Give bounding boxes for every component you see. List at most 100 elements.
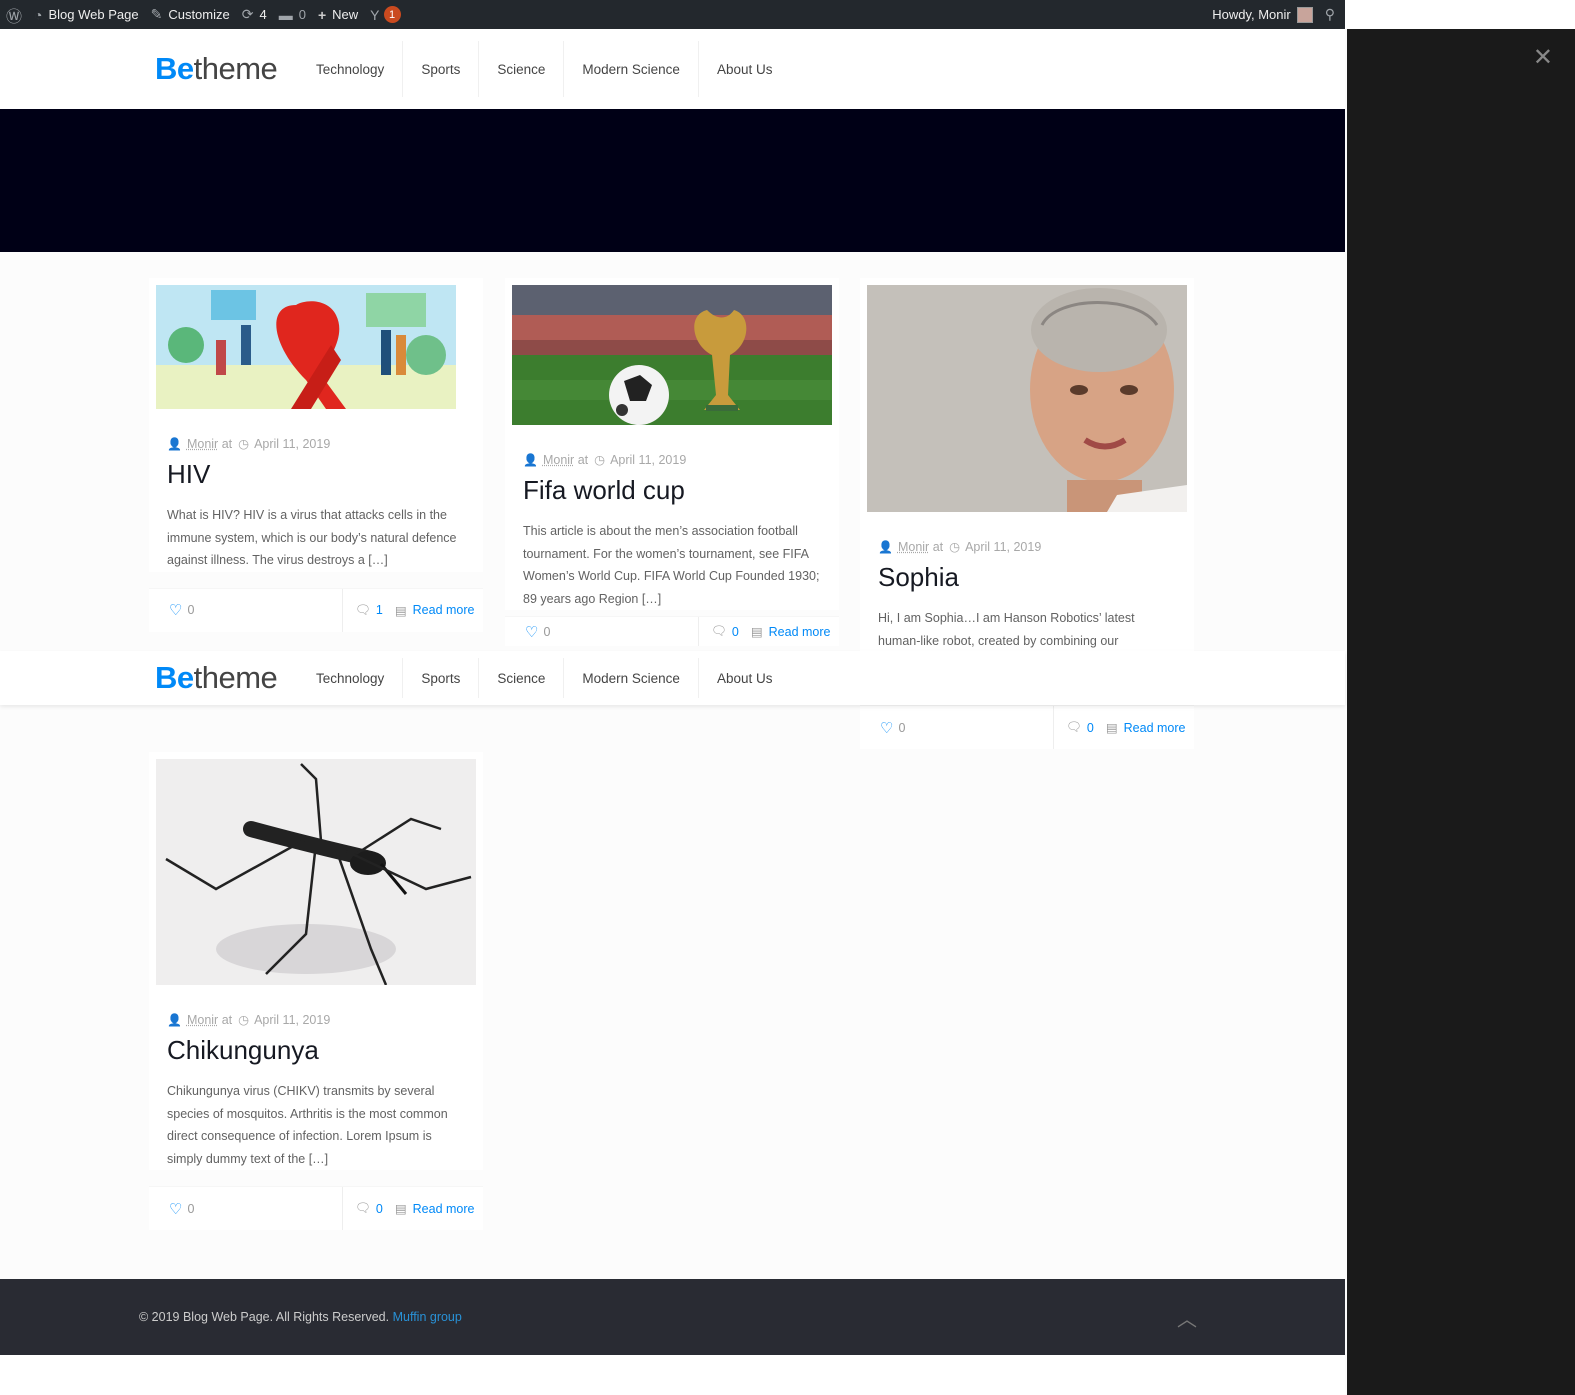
site-header: Betheme Technology Sports Science Modern… (0, 29, 1345, 109)
mosquito-illustration (156, 759, 476, 985)
admin-search-icon[interactable]: ⚲ (1319, 0, 1345, 29)
post-at: at (221, 436, 233, 451)
post-at: at (577, 452, 589, 467)
nav-item-about-us[interactable]: About Us (699, 658, 791, 698)
site-logo[interactable]: Betheme (155, 51, 278, 87)
like-count: 0 (187, 603, 195, 617)
new-content-link[interactable]: + New (312, 0, 364, 29)
post-author[interactable]: Monir (187, 1013, 218, 1027)
comment-icon: 🗨 (355, 1201, 371, 1215)
read-more-label: Read more (412, 1201, 475, 1216)
clock-icon: ◷ (238, 437, 250, 451)
post-date: April 11, 2019 (254, 436, 331, 451)
like-button[interactable]: ♡ 0 (149, 1187, 343, 1230)
post-meta: 👤 Monir at ◷ April 11, 2019 (878, 539, 1176, 555)
logo-be: Be (155, 660, 194, 695)
site-footer: © 2019 Blog Web Page. All Rights Reserve… (0, 1279, 1345, 1355)
hiv-illustration (156, 285, 476, 409)
post-author[interactable]: Monir (543, 453, 574, 467)
nav-item-sports[interactable]: Sports (403, 41, 480, 97)
post-at: at (932, 539, 944, 554)
comments-link[interactable]: 🗨 1 (343, 603, 383, 618)
post-excerpt: This article is about the men’s associat… (523, 524, 820, 606)
hero-banner (0, 109, 1345, 252)
post-image-frame (860, 278, 1194, 519)
updates-count: 4 (259, 7, 267, 22)
post-title[interactable]: HIV (167, 459, 465, 490)
read-more-label: Read more (412, 603, 475, 617)
brush-icon: ✎ (150, 6, 163, 22)
plus-icon: + (317, 6, 327, 23)
logo-be: Be (155, 51, 194, 86)
post-footer: ♡ 0 🗨 0 ▤ Read more (149, 1186, 483, 1230)
comments-link[interactable]: 🗨 0 (343, 1201, 383, 1216)
account-menu[interactable]: Howdy, Monir (1206, 0, 1319, 29)
post-title[interactable]: Fifa world cup (523, 475, 821, 506)
read-more-link[interactable]: ▤ Read more (750, 624, 831, 640)
post-title[interactable]: Chikungunya (167, 1035, 465, 1066)
updates-link[interactable]: ⟳ 4 (236, 0, 273, 29)
nav-item-sports[interactable]: Sports (403, 658, 480, 698)
new-label: New (332, 7, 359, 22)
close-icon[interactable]: ✕ (1533, 43, 1553, 72)
post-image-frame (149, 278, 483, 416)
like-button[interactable]: ♡ 0 (505, 617, 699, 646)
post-excerpt: Chikungunya virus (CHIKV) transmits by s… (167, 1084, 448, 1166)
heart-icon: ♡ (525, 623, 539, 641)
wordpress-logo-icon[interactable]: Ⓦ (0, 0, 28, 29)
nav-item-science[interactable]: Science (479, 658, 565, 698)
post-title[interactable]: Sophia (878, 562, 1176, 593)
footer-link[interactable]: Muffin group (393, 1310, 462, 1324)
nav-item-modern-science[interactable]: Modern Science (564, 658, 699, 698)
comment-count: 0 (731, 624, 739, 639)
user-icon: 👤 (523, 452, 538, 467)
read-more-link[interactable]: ▤ Read more (1105, 720, 1186, 736)
post-date: April 11, 2019 (610, 452, 687, 467)
site-name-link[interactable]: ◔ Blog Web Page (28, 0, 145, 29)
back-to-top-icon[interactable]: ︿ (1177, 1303, 1197, 1332)
nav-item-about-us[interactable]: About Us (699, 41, 791, 97)
like-count: 0 (898, 720, 906, 735)
post-date: April 11, 2019 (965, 539, 1042, 554)
clock-icon: ◷ (949, 540, 961, 554)
post-image-fifa[interactable] (512, 285, 832, 425)
nav-item-technology[interactable]: Technology (298, 41, 404, 97)
like-button[interactable]: ♡ 0 (860, 706, 1054, 749)
nav-item-technology[interactable]: Technology (298, 658, 404, 698)
document-icon: ▤ (750, 625, 763, 639)
updates-icon: ⟳ (241, 6, 254, 22)
sticky-logo[interactable]: Betheme (155, 660, 278, 696)
like-button[interactable]: ♡ 0 (149, 588, 343, 632)
comment-count: 1 (375, 603, 383, 617)
copyright-text: © 2019 Blog Web Page. All Rights Reserve… (139, 1310, 390, 1324)
nav-item-modern-science[interactable]: Modern Science (564, 41, 699, 97)
sophia-illustration (867, 285, 1187, 512)
customize-label: Customize (168, 7, 230, 22)
post-at: at (221, 1012, 233, 1027)
clock-icon: ◷ (594, 453, 606, 467)
comments-link[interactable]: ▬ 0 (273, 0, 312, 29)
post-image-frame (149, 752, 483, 992)
post-image-hiv[interactable] (156, 285, 476, 409)
clock-icon: ◷ (238, 1013, 250, 1027)
post-image-mosquito[interactable] (156, 759, 476, 985)
main-nav: Technology Sports Science Modern Science… (298, 29, 790, 109)
document-icon: ▤ (1105, 721, 1118, 735)
post-image-frame (505, 278, 839, 432)
post-meta: 👤 Monir at ◷ April 11, 2019 (523, 452, 821, 468)
post-footer: ♡ 0 🗨 1 ▤ Read more (149, 587, 483, 632)
nav-item-science[interactable]: Science (479, 41, 565, 97)
post-image-sophia[interactable] (867, 285, 1187, 512)
post-content: 👤 Monir at ◷ April 11, 2019 HIV What is … (149, 416, 483, 572)
customize-link[interactable]: ✎ Customize (145, 0, 236, 29)
admin-bar-extension (1345, 0, 1575, 29)
post-meta: 👤 Monir at ◷ April 11, 2019 (167, 1012, 465, 1028)
read-more-link[interactable]: ▤ Read more (395, 1201, 475, 1217)
yoast-menu[interactable]: Y 1 (364, 0, 406, 29)
post-author[interactable]: Monir (898, 540, 929, 554)
post-author[interactable]: Monir (187, 437, 218, 451)
page-bottom (0, 1355, 1345, 1395)
comments-link[interactable]: 🗨 0 (1054, 720, 1094, 735)
comments-link[interactable]: 🗨 0 (699, 624, 739, 639)
read-more-link[interactable]: ▤ Read more (395, 603, 475, 618)
